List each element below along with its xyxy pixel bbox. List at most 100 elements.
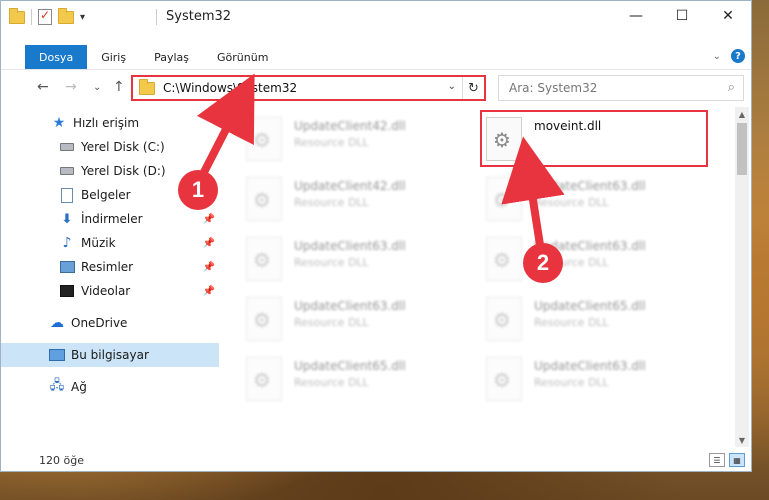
properties-icon[interactable] <box>38 8 52 25</box>
scroll-down-icon[interactable]: ▼ <box>735 433 749 447</box>
sidebar-item-pictures[interactable]: Resimler 📌 <box>1 255 219 279</box>
scroll-thumb[interactable] <box>737 123 747 175</box>
file-name: UpdateClient42.dll <box>294 119 406 133</box>
file-name: UpdateClient63.dll <box>294 239 406 253</box>
sidebar-item-music[interactable]: ♪ Müzik 📌 <box>1 231 219 255</box>
sidebar-item-label: Belgeler <box>81 188 131 202</box>
pin-icon[interactable]: 📌 <box>203 286 215 297</box>
address-bar[interactable]: C:\Windows\System32 ⌄ ↻ <box>131 75 486 101</box>
file-item[interactable]: UpdateClient63.dll Resource DLL <box>466 169 686 227</box>
quick-access-toolbar: ▾ <box>9 7 85 25</box>
file-item[interactable]: UpdateClient63.dll Resource DLL <box>226 229 446 287</box>
file-type: Resource DLL <box>534 196 609 209</box>
dll-file-icon <box>246 357 282 401</box>
details-view-icon[interactable]: ☰ <box>709 453 725 467</box>
file-type: Resource DLL <box>534 316 609 329</box>
help-icon[interactable]: ? <box>731 49 745 63</box>
tab-view[interactable]: Görünüm <box>203 45 282 69</box>
sidebar-item-this-pc[interactable]: Bu bilgisayar <box>1 343 219 367</box>
scroll-up-icon[interactable]: ▲ <box>735 107 749 121</box>
dll-file-icon <box>486 297 522 341</box>
sidebar-item-network[interactable]: 🖧 Ağ <box>1 375 219 399</box>
item-count: 120 öğe <box>39 453 84 467</box>
search-placeholder: Ara: System32 <box>509 81 598 95</box>
file-item[interactable]: UpdateClient63.dll Resource DLL <box>466 229 686 287</box>
expand-ribbon-icon[interactable]: ⌄ <box>713 51 721 62</box>
vertical-scrollbar[interactable]: ▲ ▼ <box>735 107 749 447</box>
sidebar-item-label: Resimler <box>81 260 134 274</box>
recent-locations-button[interactable]: ⌄ <box>93 82 101 93</box>
address-folder-icon <box>139 78 155 95</box>
sidebar-item-downloads[interactable]: ⬇ İndirmeler 📌 <box>1 207 219 231</box>
tab-home[interactable]: Giriş <box>87 45 140 69</box>
ribbon-tabs: Dosya Giriş Paylaş Görünüm ⌄ ? <box>1 45 751 69</box>
title-divider <box>156 9 157 25</box>
star-icon: ★ <box>52 115 66 131</box>
tab-file[interactable]: Dosya <box>25 45 88 69</box>
address-path[interactable]: C:\Windows\System32 <box>163 81 297 95</box>
large-icons-view-icon[interactable]: ▦ <box>729 453 745 467</box>
pin-icon[interactable]: 📌 <box>203 262 215 273</box>
file-type: Resource DLL <box>294 316 369 329</box>
minimize-button[interactable]: — <box>613 1 659 31</box>
sidebar-item-label: OneDrive <box>71 316 128 330</box>
customize-toolbar-icon[interactable]: ▾ <box>80 12 85 23</box>
dll-file-icon <box>486 357 522 401</box>
network-icon: 🖧 <box>49 378 65 393</box>
up-button[interactable]: ↑ <box>113 79 125 95</box>
sidebar-item-label: Ağ <box>71 380 87 394</box>
dll-file-icon <box>486 177 522 221</box>
status-bar: 120 öğe ☰ ▦ <box>1 449 751 471</box>
dll-file-icon <box>246 177 282 221</box>
callout-one: 1 <box>178 170 218 210</box>
file-type: Resource DLL <box>534 376 609 389</box>
close-button[interactable]: ✕ <box>705 1 751 31</box>
toolbar-divider <box>31 9 32 25</box>
music-icon: ♪ <box>62 235 72 251</box>
file-name: UpdateClient42.dll <box>294 179 406 193</box>
view-toggle: ☰ ▦ <box>709 453 745 467</box>
explorer-window: ▾ System32 — ☐ ✕ Dosya Giriş Paylaş Görü… <box>0 0 752 472</box>
sidebar-item-label: Müzik <box>81 236 116 250</box>
file-name: UpdateClient63.dll <box>534 179 646 193</box>
navigation-pane: ★ Hızlı erişim Yerel Disk (C:) Yerel Dis… <box>1 107 219 447</box>
file-name: UpdateClient65.dll <box>294 359 406 373</box>
file-name: UpdateClient63.dll <box>294 299 406 313</box>
forward-button[interactable]: → <box>65 79 77 95</box>
window-title: System32 <box>166 9 232 24</box>
download-icon: ⬇ <box>61 211 73 227</box>
tab-share[interactable]: Paylaş <box>140 45 203 69</box>
file-item[interactable]: UpdateClient42.dll Resource DLL <box>226 109 446 167</box>
drive-icon <box>59 139 75 155</box>
pin-icon[interactable]: 📌 <box>203 238 215 249</box>
sidebar-item-quick-access[interactable]: ★ Hızlı erişim <box>1 111 219 135</box>
pin-icon[interactable]: 📌 <box>203 214 215 225</box>
file-type: Resource DLL <box>294 376 369 389</box>
sidebar-item-label: Hızlı erişim <box>73 116 140 130</box>
address-dropdown-icon[interactable]: ⌄ <box>448 81 456 92</box>
dll-file-icon <box>246 117 282 161</box>
ribbon-right-controls: ⌄ ? <box>713 49 745 63</box>
sidebar-item-onedrive[interactable]: ☁ OneDrive <box>1 311 219 335</box>
file-item[interactable]: UpdateClient65.dll Resource DLL <box>466 289 686 347</box>
sidebar-item-videos[interactable]: Videolar 📌 <box>1 279 219 303</box>
window-controls: — ☐ ✕ <box>613 1 751 31</box>
file-item[interactable]: UpdateClient42.dll Resource DLL <box>226 169 446 227</box>
dll-file-icon <box>486 237 522 281</box>
sidebar-item-label: Yerel Disk (D:) <box>81 164 166 178</box>
sidebar-item-label: Videolar <box>81 284 131 298</box>
sidebar-item-local-disk-c[interactable]: Yerel Disk (C:) <box>1 135 219 159</box>
file-item[interactable]: UpdateClient63.dll Resource DLL <box>466 349 686 407</box>
search-input[interactable]: Ara: System32 ⌕ <box>498 75 744 101</box>
title-bar: ▾ System32 — ☐ ✕ <box>1 1 751 33</box>
new-folder-icon[interactable] <box>58 7 74 24</box>
file-item[interactable]: UpdateClient63.dll Resource DLL <box>226 289 446 347</box>
file-name: UpdateClient63.dll <box>534 359 646 373</box>
back-button[interactable]: ← <box>37 79 49 95</box>
file-item[interactable]: UpdateClient65.dll Resource DLL <box>226 349 446 407</box>
search-icon: ⌕ <box>727 80 735 95</box>
refresh-button[interactable]: ↻ <box>462 77 484 99</box>
dll-file-icon <box>246 297 282 341</box>
folder-icon <box>9 7 25 24</box>
maximize-button[interactable]: ☐ <box>659 1 705 31</box>
